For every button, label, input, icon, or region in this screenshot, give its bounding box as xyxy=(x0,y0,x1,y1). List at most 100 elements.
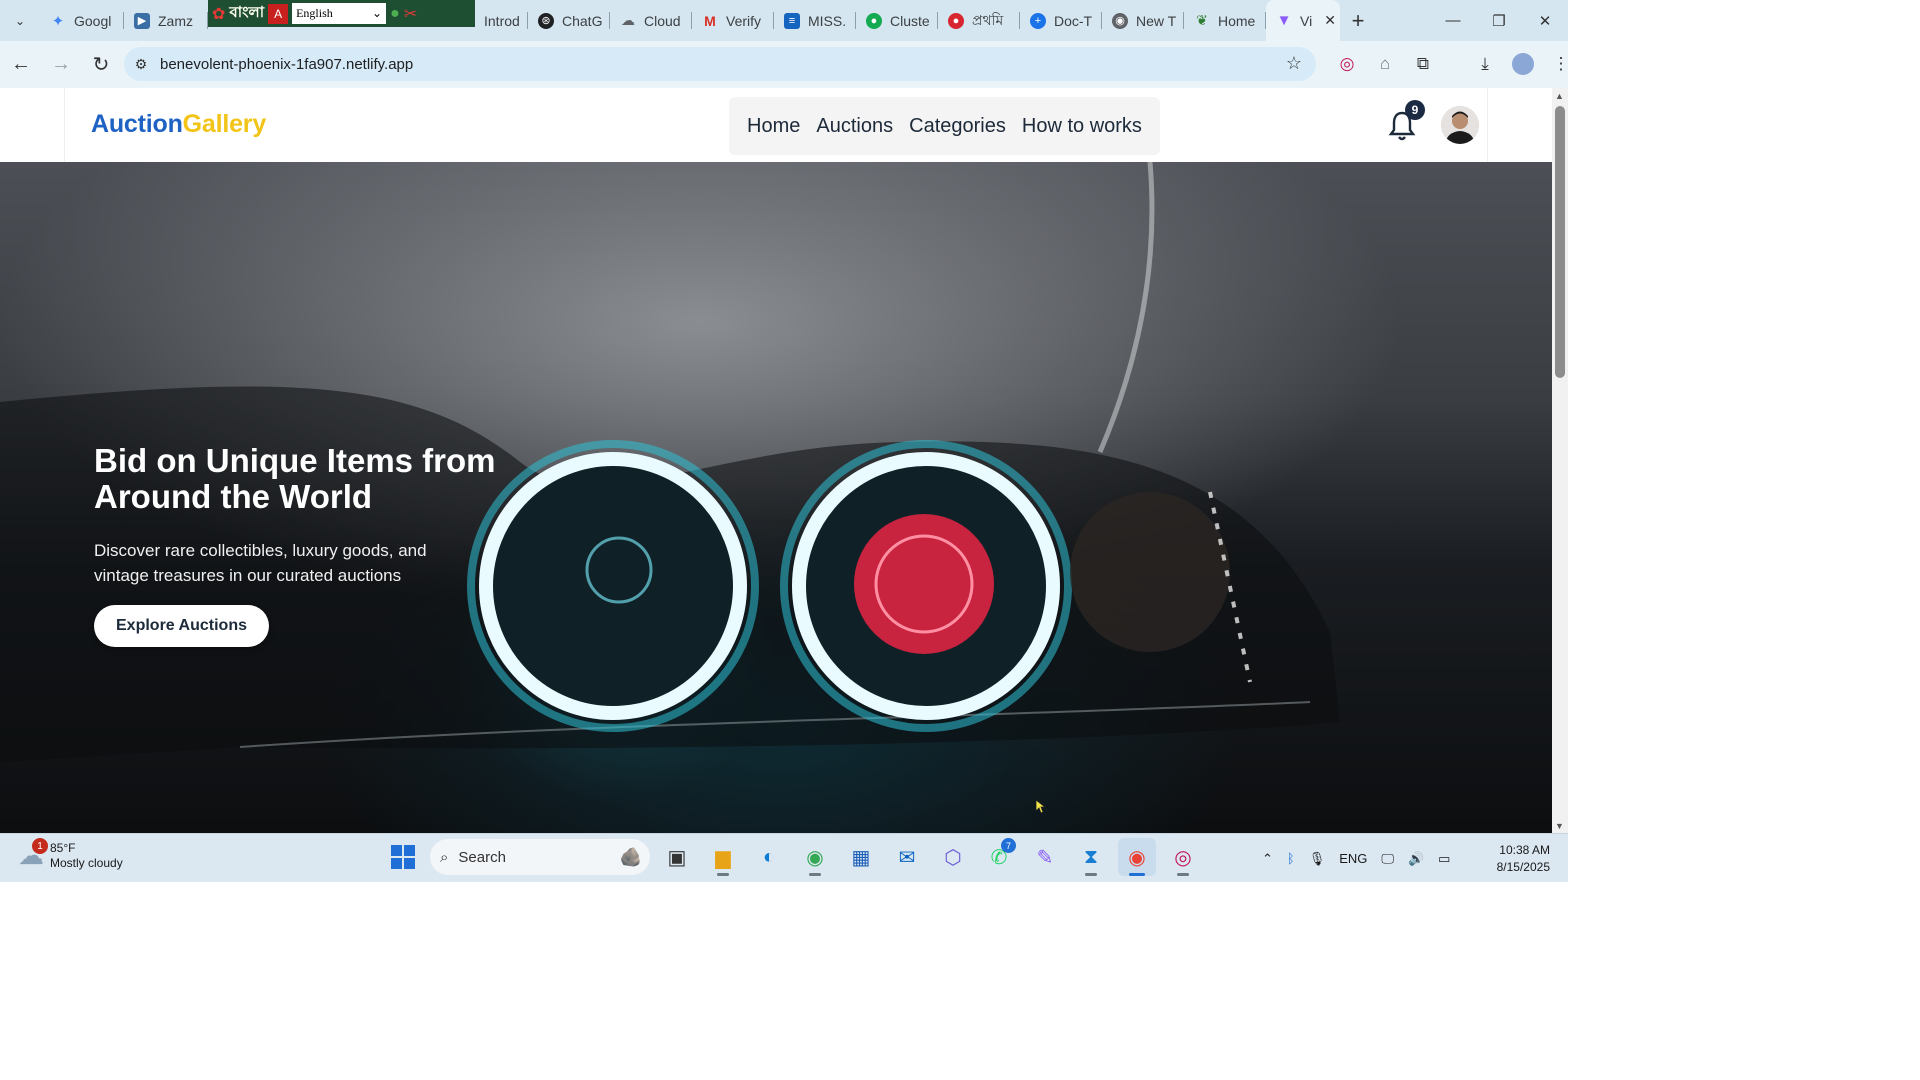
tab-prothom-alo[interactable]: ● প্রথমি xyxy=(938,0,1020,41)
vite-icon: ▼ xyxy=(1276,12,1292,29)
instagram-app-icon[interactable]: ◎ xyxy=(1164,838,1202,876)
minimize-icon[interactable]: — xyxy=(1430,0,1476,41)
copilot-icon[interactable]: ⬡ xyxy=(934,838,972,876)
battery-icon[interactable]: ▭ xyxy=(1438,851,1450,867)
tab-active-vite[interactable]: ▼ Vi ✕ xyxy=(1266,0,1340,41)
address-bar[interactable]: ⚙ benevolent-phoenix-1fa907.netlify.app … xyxy=(124,47,1316,81)
close-icon[interactable]: ✕ xyxy=(1324,12,1336,29)
tab-cloud[interactable]: ☁ Cloud xyxy=(610,0,692,41)
main-nav: Home Auctions Categories How to works xyxy=(729,97,1160,155)
site-logo[interactable]: AuctionGallery xyxy=(91,110,266,139)
web-page: Bid on Unique Items from Around the Worl… xyxy=(0,88,1552,833)
weather-text: 85°F Mostly cloudy xyxy=(50,841,123,871)
bluetooth-icon[interactable]: ᛒ xyxy=(1287,851,1295,866)
bookmark-star-icon[interactable]: ☆ xyxy=(1286,53,1302,74)
user-avatar[interactable] xyxy=(1441,106,1479,144)
tab-mongodb[interactable]: ● Cluste xyxy=(856,0,938,41)
reload-button[interactable]: ↻ xyxy=(82,46,120,84)
tab-miss[interactable]: ≡ MISS. xyxy=(774,0,856,41)
url-text[interactable]: benevolent-phoenix-1fa907.netlify.app xyxy=(160,56,413,73)
scroll-down-icon[interactable]: ▼ xyxy=(1555,821,1564,831)
explore-auctions-button[interactable]: Explore Auctions xyxy=(94,605,269,647)
search-highlight-icon: 🪨 xyxy=(619,846,642,867)
pen-app-icon[interactable]: ✎ xyxy=(1026,838,1064,876)
microphone-icon[interactable]: 🎙 xyxy=(1309,851,1326,867)
mouse-cursor-icon xyxy=(1036,800,1046,814)
ime-globe-icon[interactable]: ● xyxy=(390,5,400,23)
taskbar-search[interactable]: ⌕ Search 🪨 xyxy=(430,839,650,875)
nav-auctions[interactable]: Auctions xyxy=(816,115,893,138)
new-tab-button[interactable]: + xyxy=(1340,8,1376,34)
tab-chatgpt[interactable]: ⊛ ChatG xyxy=(528,0,610,41)
nav-how-it-works[interactable]: How to works xyxy=(1022,115,1142,138)
scrollbar-thumb[interactable] xyxy=(1555,106,1565,378)
nav-categories[interactable]: Categories xyxy=(909,115,1006,138)
weather-badge: 1 xyxy=(32,838,48,854)
start-button[interactable] xyxy=(384,838,422,876)
close-window-icon[interactable]: ✕ xyxy=(1522,0,1568,41)
reload-icon: ↻ xyxy=(92,54,110,76)
vscode-icon[interactable]: ⧗ xyxy=(1072,838,1110,876)
person-icon xyxy=(1441,106,1479,144)
leaf-icon: ❦ xyxy=(1196,12,1208,28)
tab-intro[interactable]: Introd xyxy=(478,0,528,41)
profile-avatar[interactable] xyxy=(1506,47,1540,81)
chevron-down-icon: ⌄ xyxy=(14,13,26,28)
forward-button[interactable]: → xyxy=(42,46,80,84)
cloud-icon: ☁ xyxy=(621,12,635,28)
add-circle-icon: + xyxy=(1030,12,1046,29)
mongodb-icon: ● xyxy=(866,12,882,29)
page-scrollbar[interactable]: ▲ ▼ xyxy=(1552,88,1568,833)
whatsapp-icon[interactable]: ✆ 7 xyxy=(980,838,1018,876)
back-button[interactable]: ← xyxy=(2,46,40,84)
browser-toolbar: ← → ↻ ⚙ benevolent-phoenix-1fa907.netlif… xyxy=(0,41,1570,88)
task-view-icon[interactable]: ▣ xyxy=(658,838,696,876)
download-icon[interactable]: ⤓ xyxy=(1468,47,1502,81)
clock[interactable]: 10:38 AM 8/15/2025 xyxy=(1486,842,1550,876)
tab-gemini[interactable]: ✦ Googl xyxy=(40,0,124,41)
chrome-profile-icon[interactable]: ◉ xyxy=(796,838,834,876)
windows-logo-icon xyxy=(391,845,415,869)
ime-mode-icon[interactable]: A xyxy=(268,3,289,24)
menu-kebab-icon[interactable]: ⋮ xyxy=(1544,47,1578,81)
restore-icon[interactable]: ❐ xyxy=(1476,0,1522,41)
chevron-down-icon: ⌄ xyxy=(372,6,383,20)
weather-condition: Mostly cloudy xyxy=(50,855,123,870)
tray-overflow-icon[interactable]: ⌃ xyxy=(1262,851,1273,867)
store-icon[interactable]: ▦ xyxy=(842,838,880,876)
volume-icon[interactable]: 🔊 xyxy=(1408,851,1424,867)
hero-subtitle: Discover rare collectibles, luxury goods… xyxy=(94,541,427,585)
weather-widget[interactable]: ☁ 1 85°F Mostly cloudy xyxy=(18,838,123,871)
tab-home[interactable]: ❦ Home xyxy=(1184,0,1266,41)
nav-home[interactable]: Home xyxy=(747,115,800,138)
clock-date: 8/15/2025 xyxy=(1496,860,1550,874)
search-placeholder: Search xyxy=(458,848,506,866)
network-icon[interactable]: 🖵 xyxy=(1381,851,1394,867)
camera-icon[interactable]: ⌂ xyxy=(1368,47,1402,81)
outlook-icon[interactable]: ✉ xyxy=(888,838,926,876)
site-info-icon[interactable]: ⚙ xyxy=(124,56,158,73)
extension-instagram-icon[interactable]: ◎ xyxy=(1330,47,1364,81)
tab-search-button[interactable]: ⌄ xyxy=(0,0,40,41)
extensions-puzzle-icon[interactable]: ⧉ xyxy=(1406,47,1440,81)
ime-script-button[interactable]: বাংলা xyxy=(229,1,264,26)
taskbar: ☁ 1 85°F Mostly cloudy ⌕ Search 🪨 ▣ ▆ ◐ … xyxy=(0,833,1568,882)
tab-doc[interactable]: + Doc-T xyxy=(1020,0,1102,41)
file-explorer-icon[interactable]: ▆ xyxy=(704,838,742,876)
notification-badge: 9 xyxy=(1405,100,1425,120)
edge-icon[interactable]: ◐ xyxy=(750,838,788,876)
clock-time: 10:38 AM xyxy=(1499,843,1550,857)
ime-tools-icon[interactable]: ✂ xyxy=(404,4,417,24)
tab-new-tab[interactable]: ◉ New T xyxy=(1102,0,1184,41)
stack-icon: ≡ xyxy=(784,12,800,29)
ime-language-select[interactable]: English ⌄ xyxy=(292,3,387,24)
tab-gmail[interactable]: M Verify xyxy=(692,0,774,41)
input-language[interactable]: ENG xyxy=(1339,851,1367,866)
ime-toolbar: ✿ বাংলা A English ⌄ ● ✂ xyxy=(208,0,475,27)
arrow-left-icon: ← xyxy=(11,53,31,75)
scroll-up-icon[interactable]: ▲ xyxy=(1555,91,1564,101)
tab-zamzar[interactable]: ▶ Zamz xyxy=(124,0,208,41)
arrow-right-icon: → xyxy=(51,53,71,75)
toolbar-divider xyxy=(1444,47,1464,81)
chrome-active-icon[interactable]: ◉ xyxy=(1118,838,1156,876)
